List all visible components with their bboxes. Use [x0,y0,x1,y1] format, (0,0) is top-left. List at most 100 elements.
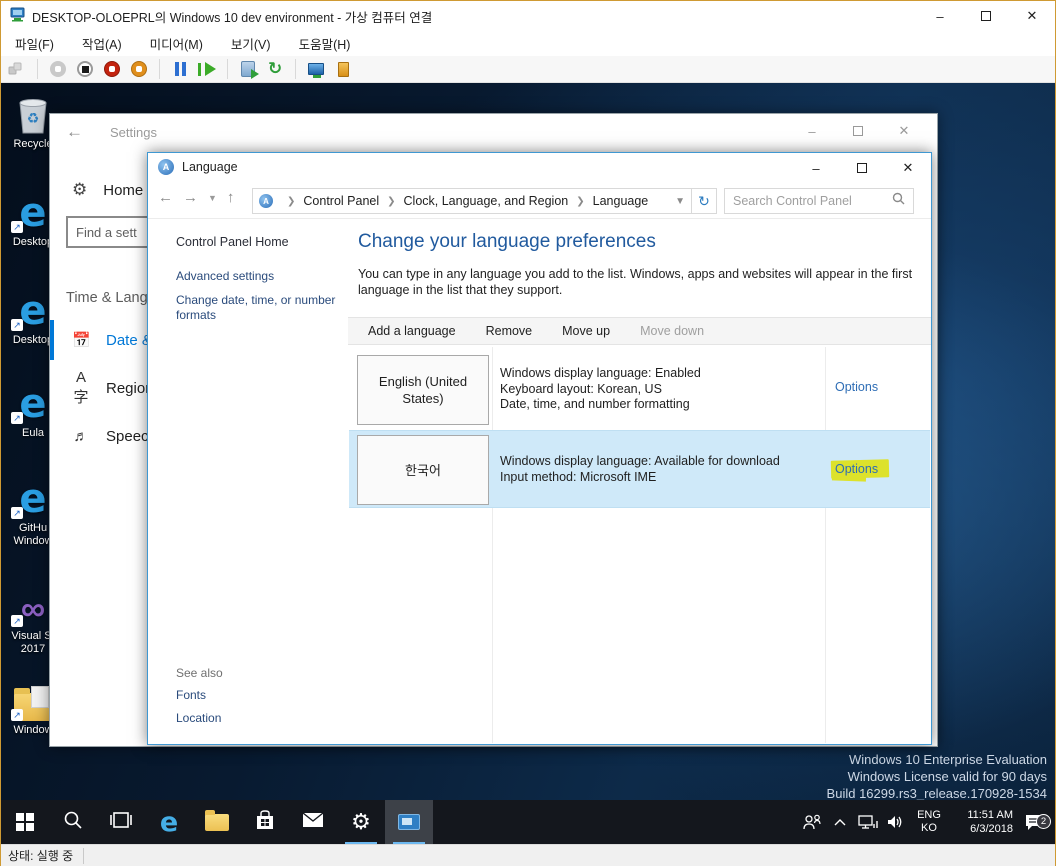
taskbar-language-app-button[interactable] [385,800,433,844]
breadcrumb-control-panel[interactable]: Control Panel [303,194,379,208]
breadcrumb[interactable]: A ❯ Control Panel ❯ Clock, Language, and… [252,188,692,214]
vm-statusbar: 상태: 실행 중 [1,844,1055,866]
vm-settings-icon[interactable] [333,59,353,79]
menu-view[interactable]: 보기(V) [231,34,271,53]
options-link-english[interactable]: Options [835,380,878,394]
breadcrumb-dropdown-icon[interactable]: ▼ [675,196,685,207]
change-date-time-formats-link[interactable]: Change date, time, or number formats [176,293,336,323]
breadcrumb-language[interactable]: Language [593,194,649,208]
language-window: A Language – ✕ ← → ▼ ↑ A ❯ Control Panel… [147,152,932,745]
move-up-button[interactable]: Move up [552,324,620,338]
shortcut-arrow-icon: ↗ [11,319,23,331]
menu-file[interactable]: 파일(F) [15,34,54,53]
remove-button[interactable]: Remove [476,324,543,338]
language-close-button[interactable]: ✕ [885,153,931,183]
see-also-label: See also [176,666,223,680]
language-minimize-button[interactable]: – [793,153,839,183]
language-list: English (United States) Windows display … [348,347,930,743]
display-language-status: Windows display language: Available for … [500,454,780,468]
turn-off-icon[interactable] [102,59,122,79]
page-description: You can type in any language you add to … [358,267,913,297]
vm-maximize-button[interactable] [963,1,1009,31]
nav-forward-icon[interactable]: → [183,189,198,206]
search-icon [63,810,83,835]
clock[interactable]: 11:51 AM 6/3/2018 [951,808,1013,836]
input-method: Input method: Microsoft IME [500,469,657,484]
breadcrumb-clock-language-region[interactable]: Clock, Language, and Region [404,194,569,208]
checkpoint-icon[interactable] [238,59,259,79]
control-panel-window-icon [398,814,420,830]
add-a-language-button[interactable]: Add a language [358,324,466,338]
keyboard-layout: Keyboard layout: Korean, US [500,381,662,396]
menu-media[interactable]: 미디어(M) [150,34,203,53]
language-title: Language [182,160,238,174]
windows-evaluation-watermark: Windows 10 Enterprise Evaluation Windows… [826,752,1047,800]
menu-action[interactable]: 작업(A) [82,34,122,53]
settings-minimize-button[interactable]: – [789,114,835,148]
vm-window-title: DESKTOP-OLOEPRL의 Windows 10 dev environm… [32,10,433,25]
start-vm-icon[interactable] [48,59,68,79]
vm-desktop: ♻ Recycle e ↗ Desktop e ↗ Desktop e ↗ Eula … [1,83,1055,800]
taskbar-settings-button[interactable]: ⚙ [337,800,385,844]
nav-history-chevron-icon[interactable]: ▼ [208,193,217,203]
control-panel-search-input[interactable]: Search Control Panel [724,188,914,214]
pause-icon[interactable] [170,59,190,79]
taskbar-store-button[interactable] [241,800,289,844]
refresh-icon[interactable]: ↻ [692,188,717,214]
shortcut-arrow-icon: ↗ [11,412,23,424]
location-link[interactable]: Location [176,711,221,725]
region-language-icon: A字 [73,369,89,406]
calendar-clock-icon: 📅 [72,332,91,349]
language-maximize-button[interactable] [839,153,885,183]
resume-icon[interactable] [197,59,217,79]
vm-close-button[interactable]: ✕ [1009,1,1055,31]
vm-status-text: 상태: 실행 중 [8,849,74,863]
file-explorer-icon [205,809,229,831]
advanced-settings-link[interactable]: Advanced settings [176,269,336,284]
taskbar-file-explorer-button[interactable] [193,800,241,844]
settings-close-button[interactable]: ✕ [881,114,927,148]
display-language-status: Windows display language: Enabled [500,366,701,380]
vm-menubar: 파일(F) 작업(A) 미디어(M) 보기(V) 도움말(H) [1,31,1055,56]
taskbar-search-button[interactable] [49,800,97,844]
control-panel-home-link[interactable]: Control Panel Home [176,235,348,249]
settings-maximize-button[interactable] [835,114,881,148]
revert-icon[interactable]: ↺ [265,59,285,79]
vm-titlebar: DESKTOP-OLOEPRL의 Windows 10 dev environm… [1,1,1055,31]
input-language-indicator[interactable]: ENG KO [913,809,945,835]
people-icon[interactable] [801,814,823,830]
action-center-button[interactable]: 2 [1019,813,1051,831]
shortcut-arrow-icon: ↗ [11,221,23,233]
vm-minimize-button[interactable]: – [917,1,963,31]
status-divider [83,847,85,864]
language-navbar: ← → ▼ ↑ A ❯ Control Panel ❯ Clock, Langu… [148,183,931,219]
language-row-english[interactable]: English (United States) Windows display … [349,351,930,429]
ctrl-alt-del-icon[interactable] [7,59,27,79]
volume-icon[interactable] [885,814,907,830]
language-name-box[interactable]: English (United States) [357,355,489,425]
language-row-korean[interactable]: 한국어 Windows display language: Available … [349,430,930,508]
menu-help[interactable]: 도움말(H) [299,34,351,53]
network-icon[interactable] [857,814,879,830]
start-button[interactable] [1,800,49,844]
nav-up-icon[interactable]: ↑ [227,189,235,206]
language-list-toolbar: Add a language Remove Move up Move down [348,317,931,345]
fonts-link[interactable]: Fonts [176,688,206,702]
tray-chevron-up-icon[interactable] [829,818,851,826]
settings-window-controls: – ✕ [789,114,927,148]
chevron-right-icon: ❯ [287,195,296,207]
task-view-button[interactable] [97,800,145,844]
windows-logo-icon [16,813,34,831]
stop-vm-icon[interactable] [75,59,95,79]
language-name-box[interactable]: 한국어 [357,435,489,505]
options-link-korean[interactable]: Options [830,459,1055,482]
taskbar-edge-button[interactable]: e [145,800,193,844]
enhanced-session-icon[interactable] [306,59,326,79]
settings-title: Settings [110,125,157,140]
back-arrow-icon[interactable]: ← [66,122,83,142]
vm-toolbar: ↺ [1,56,1055,83]
taskbar-mail-button[interactable] [289,800,337,844]
shut-down-icon[interactable] [129,59,149,79]
chevron-right-icon: ❯ [387,195,396,207]
nav-back-icon[interactable]: ← [158,189,173,206]
